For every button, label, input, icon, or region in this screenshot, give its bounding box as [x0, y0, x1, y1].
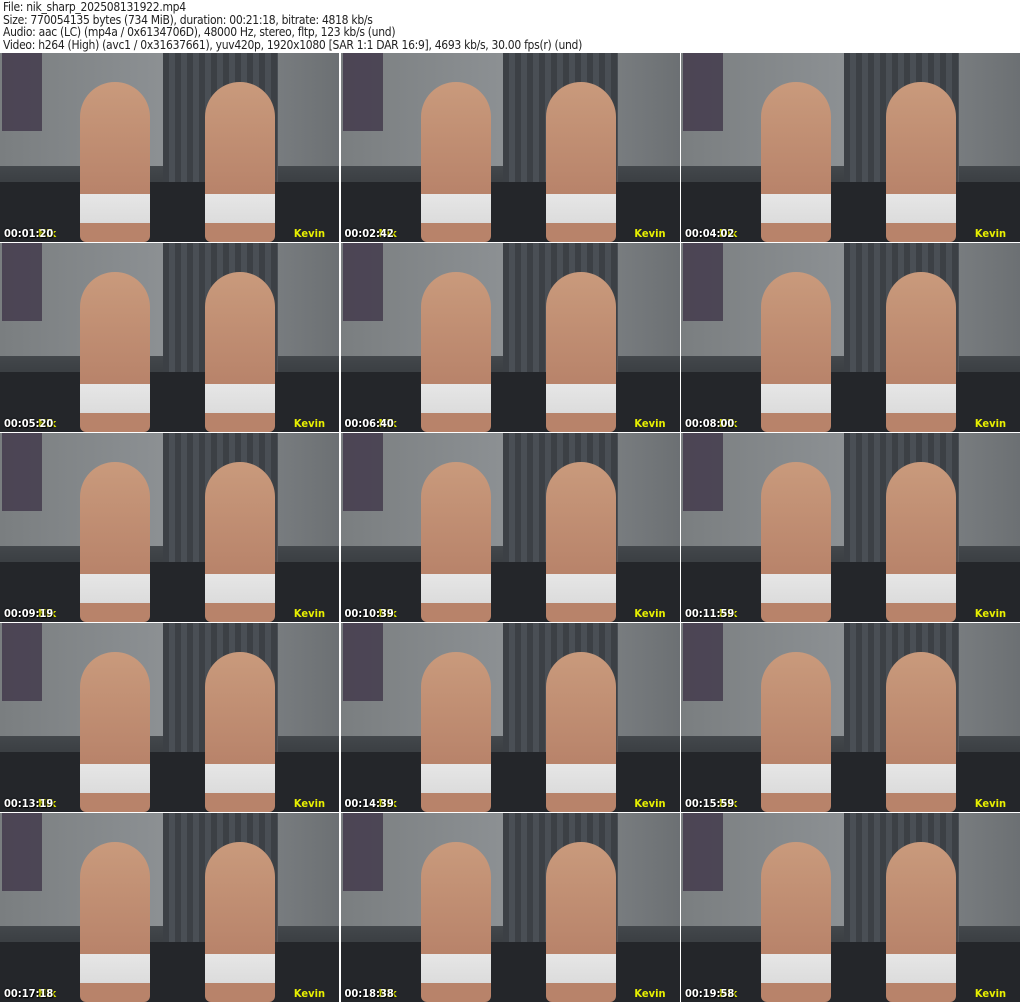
overlay-name-right: Kevin: [293, 607, 325, 620]
person-left: [80, 652, 150, 812]
person-right: [886, 652, 956, 812]
person-right: [545, 652, 616, 812]
person-left: [420, 462, 491, 622]
video-thumbnail[interactable]: Nik 00:06:40 Kevin: [340, 243, 680, 432]
timestamp: 00:19:58: [685, 987, 735, 1000]
overlay-name-right: Kevin: [974, 417, 1006, 430]
video-thumbnail[interactable]: Nik 00:17:18 Kevin: [0, 813, 339, 1002]
person-right: [205, 652, 275, 812]
person-right: [886, 842, 956, 1002]
video-info: Video: h264 (High) (avc1 / 0x31637661), …: [3, 37, 582, 52]
person-left: [420, 652, 491, 812]
person-right: [886, 462, 956, 622]
person-left: [420, 272, 491, 432]
stream-overlay-panel: [683, 53, 723, 131]
person-right: [545, 842, 616, 1002]
overlay-name-right: Kevin: [293, 417, 325, 430]
stream-overlay-panel: [2, 433, 42, 511]
video-thumbnail[interactable]: Nik 00:10:39 Kevin: [340, 433, 680, 622]
person-right: [545, 462, 616, 622]
timestamp: 00:01:20: [4, 227, 54, 240]
stream-overlay-panel: [2, 623, 42, 701]
person-left: [761, 842, 831, 1002]
person-left: [761, 272, 831, 432]
stream-overlay-panel: [683, 623, 723, 701]
overlay-name-right: Kevin: [974, 987, 1006, 1000]
video-thumbnail[interactable]: Nik 00:04:02 Kevin: [681, 53, 1020, 242]
person-right: [205, 272, 275, 432]
person-right: [205, 82, 275, 242]
overlay-name-right: Kevin: [634, 607, 666, 620]
person-right: [205, 842, 275, 1002]
stream-overlay-panel: [683, 433, 723, 511]
stream-overlay-panel: [342, 623, 383, 701]
person-left: [80, 82, 150, 242]
overlay-name-right: Kevin: [634, 797, 666, 810]
person-right: [886, 82, 956, 242]
person-right: [545, 272, 616, 432]
audio-info: Audio: aac (LC) (mp4a / 0x6134706D), 480…: [3, 25, 396, 39]
overlay-name-right: Kevin: [974, 607, 1006, 620]
overlay-name-right: Kevin: [634, 987, 666, 1000]
overlay-name-right: Kevin: [974, 227, 1006, 240]
timestamp: 00:13:19: [4, 797, 54, 810]
video-thumbnail[interactable]: Nik 00:18:38 Kevin: [340, 813, 680, 1002]
person-left: [761, 82, 831, 242]
person-left: [80, 462, 150, 622]
file-info-header: File: nik_sharp_202508131922.mp4 Size: 7…: [3, 1, 582, 51]
stream-overlay-panel: [2, 243, 42, 321]
timestamp: 00:04:02: [685, 227, 735, 240]
stream-overlay-panel: [683, 243, 723, 321]
timestamp: 00:02:42: [344, 227, 394, 240]
timestamp: 00:15:59: [685, 797, 735, 810]
video-thumbnail[interactable]: Nik 00:05:20 Kevin: [0, 243, 339, 432]
overlay-name-right: Kevin: [634, 417, 666, 430]
timestamp: 00:17:18: [4, 987, 54, 1000]
video-thumbnail[interactable]: Nik 00:19:58 Kevin: [681, 813, 1020, 1002]
timestamp: 00:06:40: [344, 417, 394, 430]
timestamp: 00:08:00: [685, 417, 735, 430]
stream-overlay-panel: [342, 813, 383, 891]
stream-overlay-panel: [342, 243, 383, 321]
stream-overlay-panel: [342, 53, 383, 131]
person-right: [205, 462, 275, 622]
overlay-name-right: Kevin: [293, 797, 325, 810]
person-right: [545, 82, 616, 242]
person-left: [761, 462, 831, 622]
video-thumbnail[interactable]: Nik 00:01:20 Kevin: [0, 53, 339, 242]
timestamp: 00:09:19: [4, 607, 54, 620]
timestamp: 00:18:38: [344, 987, 394, 1000]
video-thumbnail[interactable]: Nik 00:13:19 Kevin: [0, 623, 339, 812]
video-thumbnail[interactable]: Nik 00:15:59 Kevin: [681, 623, 1020, 812]
timestamp: 00:14:39: [344, 797, 394, 810]
person-left: [420, 842, 491, 1002]
stream-overlay-panel: [2, 53, 42, 131]
person-left: [761, 652, 831, 812]
overlay-name-right: Kevin: [974, 797, 1006, 810]
overlay-name-right: Kevin: [293, 987, 325, 1000]
person-left: [80, 842, 150, 1002]
timestamp: 00:11:59: [685, 607, 735, 620]
timestamp: 00:05:20: [4, 417, 54, 430]
person-right: [886, 272, 956, 432]
video-thumbnail[interactable]: Nik 00:11:59 Kevin: [681, 433, 1020, 622]
video-thumbnail[interactable]: Nik 00:14:39 Kevin: [340, 623, 680, 812]
file-name: File: nik_sharp_202508131922.mp4: [3, 0, 186, 14]
overlay-name-right: Kevin: [634, 227, 666, 240]
stream-overlay-panel: [342, 433, 383, 511]
timestamp: 00:10:39: [344, 607, 394, 620]
person-left: [80, 272, 150, 432]
overlay-name-right: Kevin: [293, 227, 325, 240]
stream-overlay-panel: [683, 813, 723, 891]
stream-overlay-panel: [2, 813, 42, 891]
person-left: [420, 82, 491, 242]
video-thumbnail[interactable]: Nik 00:08:00 Kevin: [681, 243, 1020, 432]
video-thumbnail[interactable]: Nik 00:02:42 Kevin: [340, 53, 680, 242]
video-thumbnail[interactable]: Nik 00:09:19 Kevin: [0, 433, 339, 622]
